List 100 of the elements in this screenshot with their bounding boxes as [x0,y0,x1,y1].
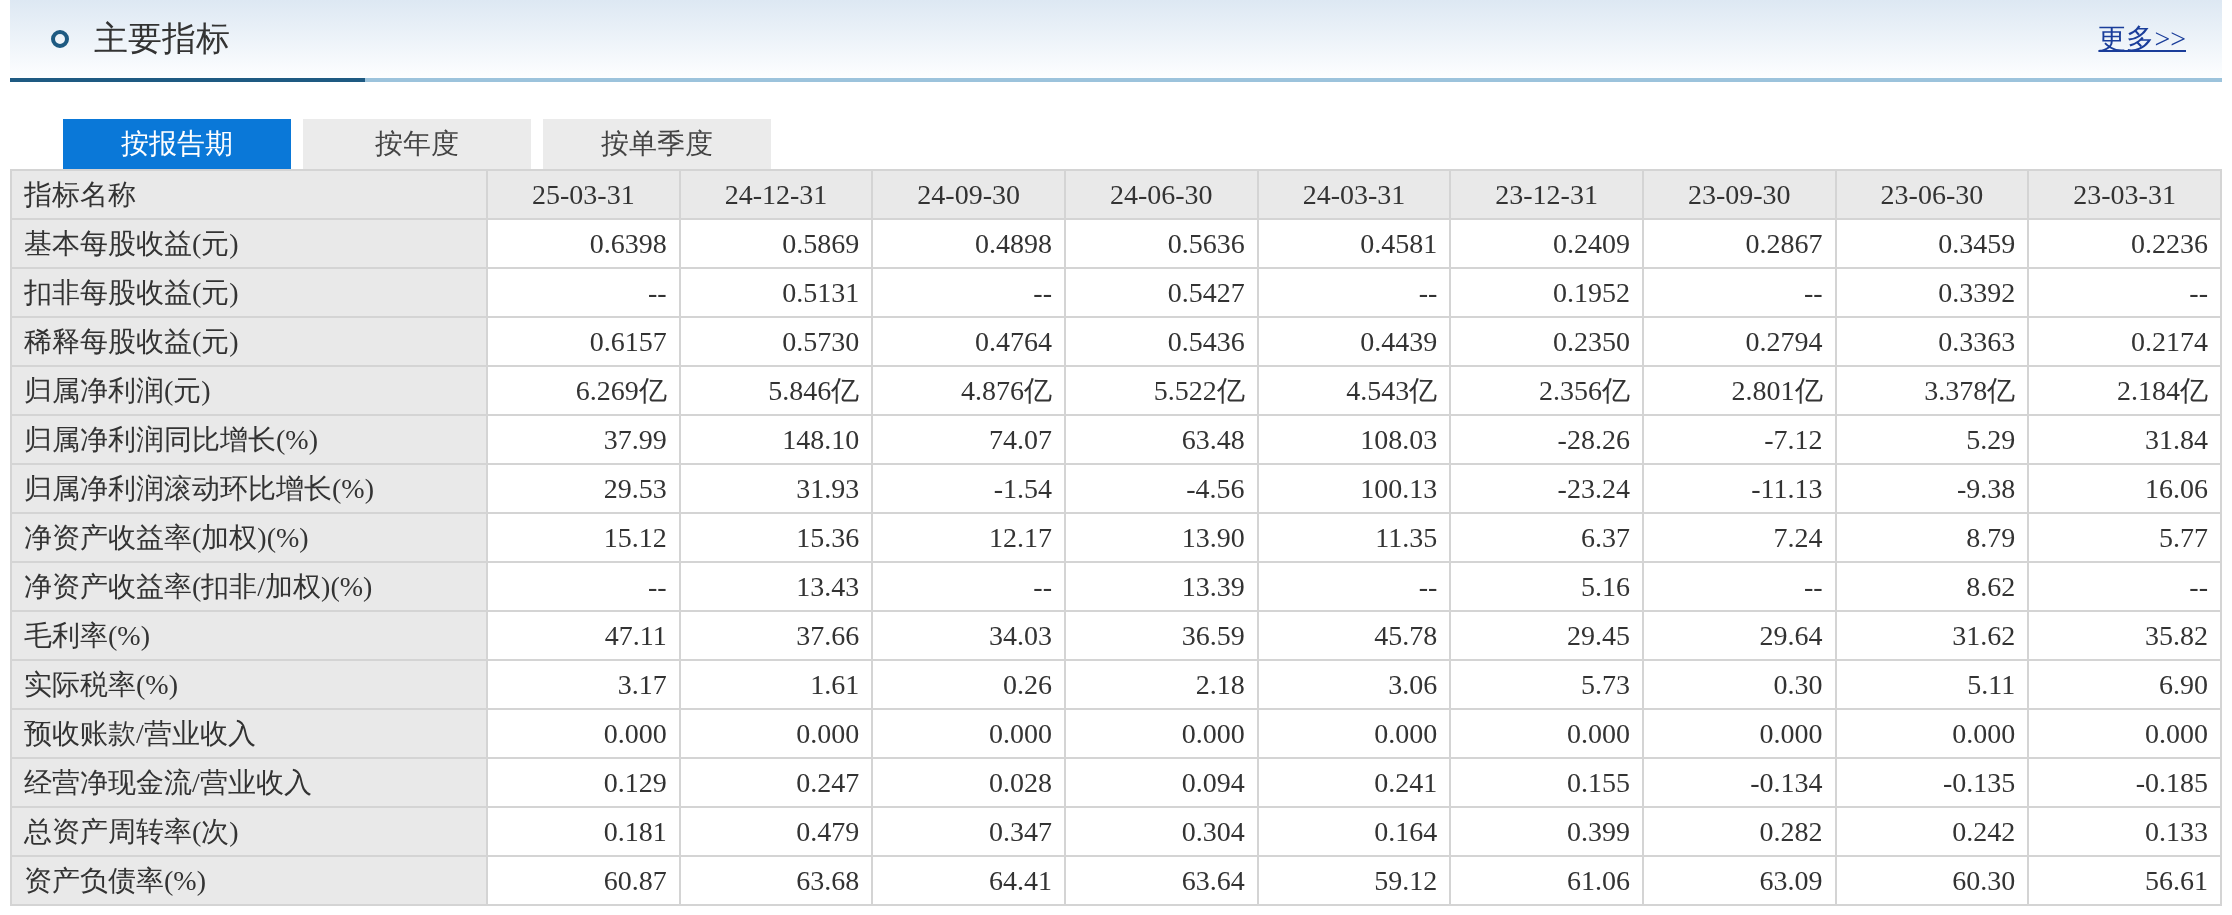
table-cell: 0.241 [1257,758,1451,807]
table-cell: -- [487,562,680,611]
table-cell: 64.41 [872,856,1065,905]
row-label: 预收账款/营业收入 [11,709,487,758]
circle-bullet-icon [50,29,70,49]
period-tab[interactable]: 按单季度 [543,119,771,169]
table-cell: 6.90 [2028,660,2221,709]
period-tab[interactable]: 按报告期 [63,119,291,169]
table-cell: 0.26 [872,660,1065,709]
table-cell: 5.16 [1450,562,1643,611]
table-cell: 5.11 [1835,660,2029,709]
table-cell: -23.24 [1450,464,1643,513]
table-cell: 0.000 [1064,709,1258,758]
table-cell: 0.094 [1064,758,1258,807]
more-link[interactable]: 更多>> [2098,20,2186,58]
row-label: 实际税率(%) [11,660,487,709]
table-cell: 31.93 [679,464,873,513]
table-cell: 8.79 [1835,513,2029,562]
table-cell: -- [2028,268,2221,317]
table-cell: 12.17 [872,513,1065,562]
table-cell: 0.000 [872,709,1065,758]
table-cell: 16.06 [2028,464,2221,513]
table-cell: 0.2794 [1642,317,1836,366]
table-cell: 60.87 [487,856,680,905]
table-cell: 0.3459 [1835,219,2029,268]
table-cell: -1.54 [872,464,1065,513]
table-cell: 59.12 [1257,856,1451,905]
table-cell: 0.000 [2028,709,2221,758]
table-cell: -0.134 [1642,758,1836,807]
table-cell: 4.876亿 [872,366,1065,415]
table-cell: 36.59 [1064,611,1258,660]
table-cell: 31.84 [2028,415,2221,464]
row-label: 基本每股收益(元) [11,219,487,268]
table-cell: 3.378亿 [1835,366,2029,415]
row-label: 归属净利润同比增长(%) [11,415,487,464]
table-cell: 0.164 [1257,807,1451,856]
column-header: 23-03-31 [2028,170,2221,219]
table-cell: 13.90 [1064,513,1258,562]
table-cell: 0.4439 [1257,317,1451,366]
table-cell: 0.000 [1642,709,1836,758]
table-cell: 0.5436 [1064,317,1258,366]
row-label: 净资产收益率(加权)(%) [11,513,487,562]
table-cell: 6.269亿 [487,366,680,415]
table-cell: 3.17 [487,660,680,709]
table-cell: 29.53 [487,464,680,513]
table-cell: 8.62 [1835,562,2029,611]
table-cell: 4.543亿 [1257,366,1451,415]
table-cell: 0.304 [1064,807,1258,856]
table-cell: 5.73 [1450,660,1643,709]
table-cell: 5.846亿 [679,366,873,415]
period-tab[interactable]: 按年度 [303,119,531,169]
table-cell: 0.129 [487,758,680,807]
column-header: 23-12-31 [1450,170,1643,219]
column-header: 24-12-31 [679,170,873,219]
table-cell: 35.82 [2028,611,2221,660]
table-cell: 56.61 [2028,856,2221,905]
table-cell: 0.247 [679,758,873,807]
table-cell: 11.35 [1257,513,1451,562]
table-cell: 0.242 [1835,807,2029,856]
table-cell: -- [872,268,1065,317]
row-label: 归属净利润(元) [11,366,487,415]
table-cell: 1.61 [679,660,873,709]
table-cell: 148.10 [679,415,873,464]
table-cell: -0.135 [1835,758,2029,807]
table-cell: 13.39 [1064,562,1258,611]
table-cell: 0.4898 [872,219,1065,268]
table-cell: -- [487,268,680,317]
table-cell: 2.801亿 [1642,366,1836,415]
table-cell: 3.06 [1257,660,1451,709]
table-cell: 0.5869 [679,219,873,268]
table-cell: -- [1642,562,1836,611]
table-cell: 0.1952 [1450,268,1643,317]
row-label: 资产负债率(%) [11,856,487,905]
row-label: 稀释每股收益(元) [11,317,487,366]
table-cell: 7.24 [1642,513,1836,562]
table-cell: 0.5131 [679,268,873,317]
table-cell: 29.64 [1642,611,1836,660]
table-cell: 0.2409 [1450,219,1643,268]
column-header: 23-09-30 [1642,170,1836,219]
table-cell: 0.2174 [2028,317,2221,366]
row-label: 经营净现金流/营业收入 [11,758,487,807]
column-header: 25-03-31 [487,170,680,219]
table-cell: 0.5427 [1064,268,1258,317]
table-cell: 0.5636 [1064,219,1258,268]
table-cell: -- [872,562,1065,611]
row-label: 总资产周转率(次) [11,807,487,856]
table-cell: 0.5730 [679,317,873,366]
table-cell: 0.000 [1835,709,2029,758]
table-cell: 0.000 [1450,709,1643,758]
table-cell: 0.4764 [872,317,1065,366]
table-cell: 31.62 [1835,611,2029,660]
column-header: 24-03-31 [1257,170,1451,219]
table-cell: 5.29 [1835,415,2029,464]
row-label: 扣非每股收益(元) [11,268,487,317]
table-cell: 2.18 [1064,660,1258,709]
table-cell: -- [1642,268,1836,317]
table-cell: 45.78 [1257,611,1451,660]
column-header: 指标名称 [11,170,487,219]
table-cell: 63.48 [1064,415,1258,464]
table-cell: 0.000 [679,709,873,758]
